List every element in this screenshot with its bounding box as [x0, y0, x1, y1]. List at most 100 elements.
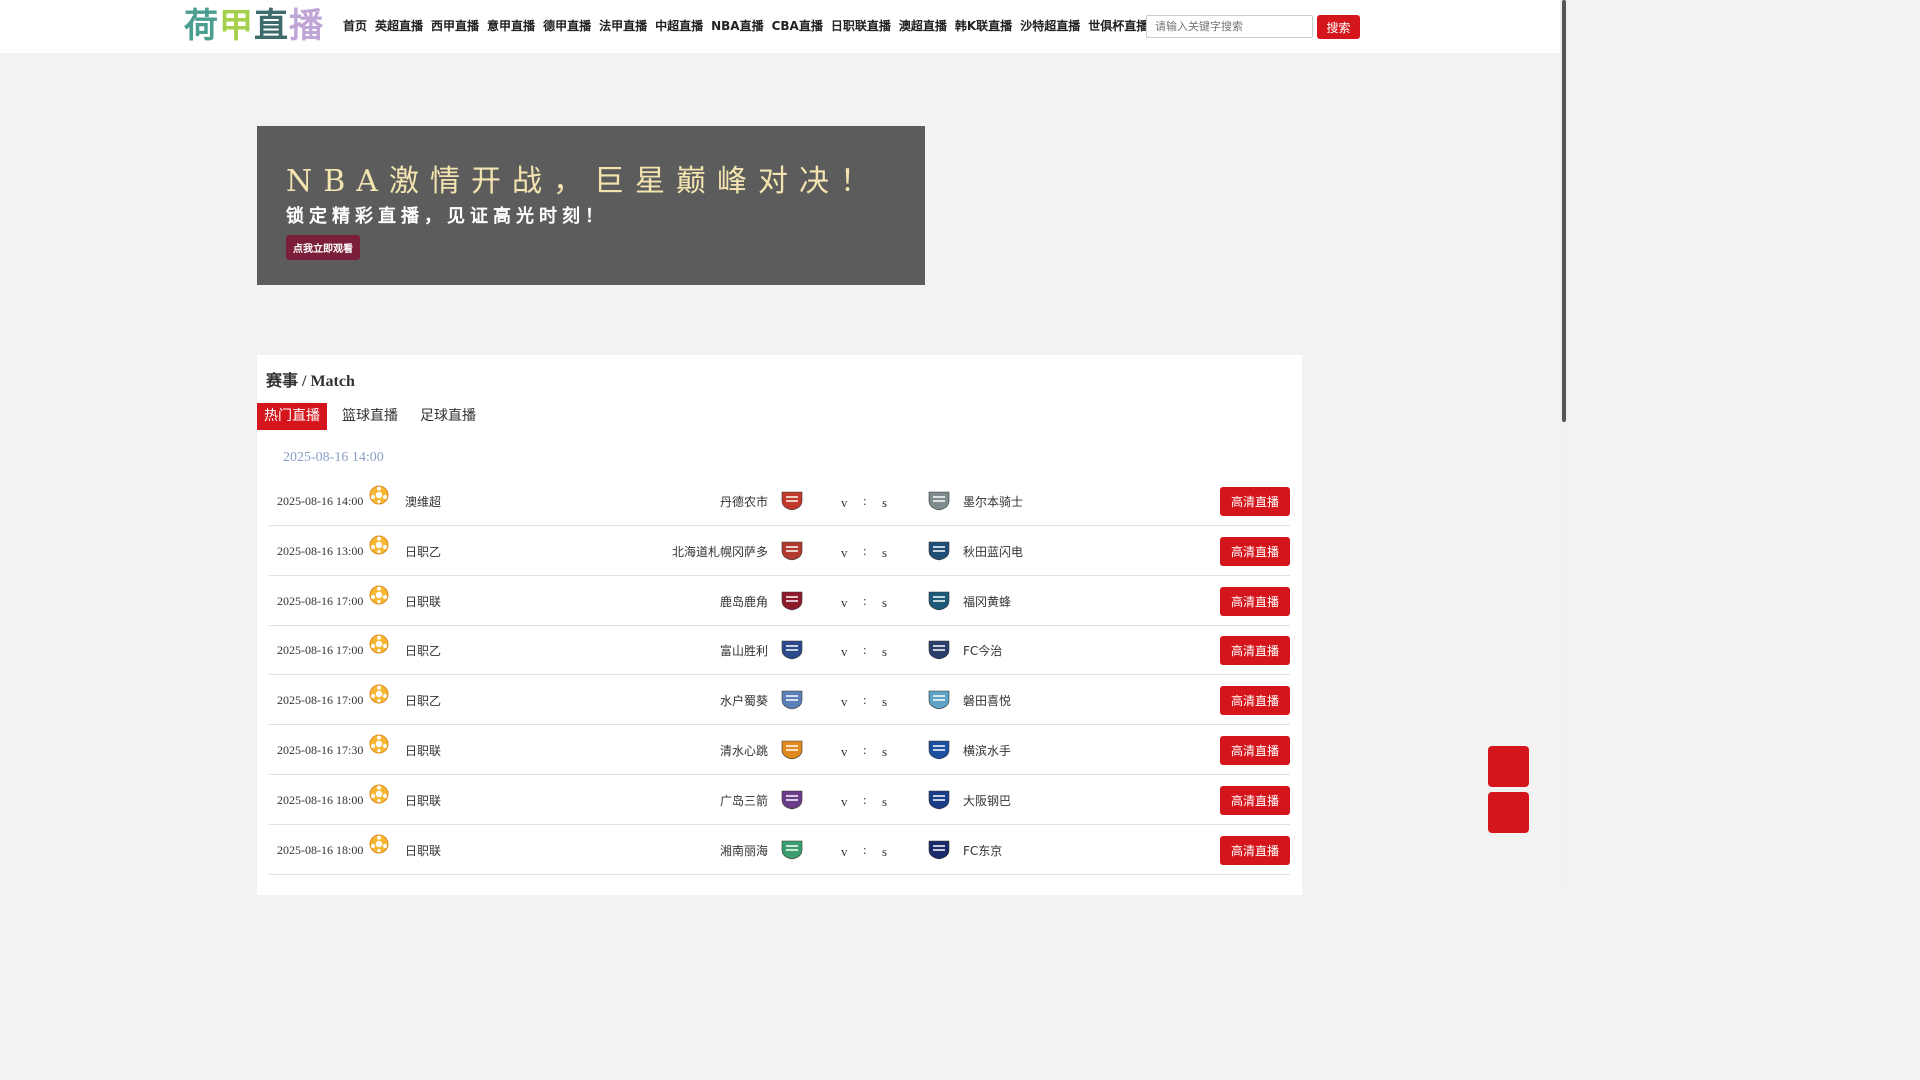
hd-live-button[interactable]: 高清直播	[1220, 636, 1290, 666]
nav-bundesliga[interactable]: 德甲直播	[543, 17, 591, 34]
away-team-name[interactable]: FC东京	[963, 842, 1002, 859]
vs-letter: v	[841, 544, 848, 560]
football-icon	[369, 585, 389, 605]
nav-csl[interactable]: 中超直播	[655, 17, 703, 34]
banner-watch-button[interactable]: 点我立即观看	[286, 235, 360, 260]
home-team-name[interactable]: 清水心跳	[720, 742, 768, 759]
home-team-logo-icon	[779, 788, 805, 810]
float-button-bottom[interactable]	[1488, 792, 1529, 833]
tab-football-live[interactable]: 足球直播	[413, 403, 483, 430]
nav-epl[interactable]: 英超直播	[375, 17, 423, 34]
main-nav: 首页 英超直播 西甲直播 意甲直播 德甲直播 法甲直播 中超直播 NBA直播 C…	[343, 17, 1156, 34]
top-header: 荷 甲 直 播 首页 英超直播 西甲直播 意甲直播 德甲直播 法甲直播 中超直播…	[0, 0, 1560, 53]
tab-basketball-live[interactable]: 篮球直播	[335, 403, 405, 430]
match-league: 澳维超	[405, 495, 442, 509]
away-team-name[interactable]: 秋田蓝闪电	[963, 543, 1023, 560]
nav-home[interactable]: 首页	[343, 17, 367, 34]
home-team-logo-icon	[779, 738, 805, 760]
vs-letter-s: s	[882, 544, 888, 560]
away-team-logo-icon	[926, 589, 952, 611]
hd-live-button[interactable]: 高清直播	[1220, 536, 1290, 566]
match-league: 日职联	[405, 744, 442, 758]
home-team-name[interactable]: 富山胜利	[720, 642, 768, 659]
football-icon	[369, 684, 389, 704]
tab-hot-live[interactable]: 热门直播	[257, 403, 327, 430]
football-icon	[369, 834, 389, 854]
vs-letter-s: s	[882, 744, 888, 759]
vs-letter: v	[841, 694, 848, 710]
football-icon	[369, 535, 389, 555]
away-team-name[interactable]: 大阪钢巴	[963, 792, 1011, 809]
football-icon	[369, 634, 389, 654]
match-row[interactable]: 2025-08-16 17:00 日职乙 水户蜀葵 v: s 磐田喜悦 高清直播	[269, 675, 1290, 726]
away-team-name[interactable]: 墨尔本骑士	[963, 493, 1023, 510]
match-row[interactable]: 2025-08-16 17:30 日职联 清水心跳 v: s 横滨水手 高清直播	[269, 725, 1290, 775]
away-team-name[interactable]: 福冈黄蜂	[963, 593, 1011, 610]
match-time: 2025-08-16 18:00	[277, 792, 364, 807]
match-time: 2025-08-16 14:00	[277, 494, 364, 508]
match-row[interactable]: 2025-08-16 18:00 日职联 广岛三箭 v: s 大阪钢巴 高清直播	[269, 775, 1290, 825]
match-league: 日职乙	[405, 694, 442, 709]
home-team-name[interactable]: 广岛三箭	[720, 792, 768, 809]
banner-subtitle: 锁定精彩直播，见证高光时刻！	[286, 206, 608, 227]
vs-colon: :	[863, 841, 867, 857]
away-team-logo-icon	[926, 838, 952, 860]
home-team-logo-icon	[779, 489, 805, 511]
home-team-logo-icon	[779, 539, 805, 561]
nav-cba[interactable]: CBA直播	[772, 17, 823, 34]
hd-live-button[interactable]: 高清直播	[1220, 736, 1290, 765]
vs-letter: v	[841, 644, 848, 660]
away-team-name[interactable]: FC今治	[963, 642, 1002, 659]
promo-banner[interactable]: NBA激情开战，巨星巅峰对决！ 锁定精彩直播，见证高光时刻！ 点我立即观看	[257, 126, 925, 285]
nav-seriea[interactable]: 意甲直播	[487, 17, 535, 34]
match-league: 日职联	[405, 843, 442, 858]
home-team-name[interactable]: 丹德农市	[720, 493, 768, 510]
hd-live-button[interactable]: 高清直播	[1220, 785, 1290, 815]
search-button[interactable]: 搜索	[1317, 15, 1360, 39]
home-team-name[interactable]: 水户蜀葵	[720, 692, 768, 709]
vs-letter-s: s	[882, 694, 888, 710]
nav-laliga[interactable]: 西甲直播	[431, 17, 479, 34]
hd-live-button[interactable]: 高清直播	[1220, 487, 1290, 516]
search-input[interactable]	[1146, 15, 1313, 38]
nav-aleague[interactable]: 澳超直播	[899, 17, 947, 34]
match-row[interactable]: 2025-08-16 17:00 日职联 鹿岛鹿角 v: s 福冈黄蜂 高清直播	[269, 576, 1290, 626]
nav-jleague[interactable]: 日职联直播	[831, 17, 891, 34]
nav-ligue1[interactable]: 法甲直播	[599, 17, 647, 34]
hd-live-button[interactable]: 高清直播	[1220, 586, 1290, 616]
away-team-name[interactable]: 磐田喜悦	[963, 692, 1011, 709]
match-time: 2025-08-16 18:00	[277, 842, 364, 857]
nav-kleague[interactable]: 韩K联直播	[955, 17, 1012, 34]
nav-saudi[interactable]: 沙特超直播	[1020, 17, 1080, 34]
site-logo[interactable]: 荷 甲 直 播	[184, 6, 324, 46]
nav-clubwc[interactable]: 世俱杯直播	[1088, 17, 1148, 34]
match-row[interactable]: 2025-08-16 17:00 日职乙 富山胜利 v: s FC今治 高清直播	[269, 625, 1290, 676]
panel-title: 赛事 / Match	[266, 373, 355, 390]
match-time: 2025-08-16 17:00	[277, 593, 364, 608]
match-tabs: 热门直播 篮球直播 足球直播	[257, 403, 483, 430]
away-team-logo-icon	[926, 638, 952, 660]
match-row[interactable]: 2025-08-16 13:00 日职乙 北海道札幌冈萨多 v: s 秋田蓝闪电 高清直播	[269, 526, 1290, 576]
vs-colon: :	[863, 542, 867, 558]
float-button-top[interactable]	[1488, 746, 1529, 787]
vs-letter: v	[841, 793, 848, 809]
logo-char-1: 荷	[184, 6, 219, 46]
scrollbar-thumb[interactable]	[1562, 0, 1566, 422]
away-team-name[interactable]: 横滨水手	[963, 742, 1011, 759]
home-team-name[interactable]: 鹿岛鹿角	[720, 593, 768, 610]
hd-live-button[interactable]: 高清直播	[1220, 835, 1290, 865]
vs-letter-s: s	[882, 594, 888, 610]
vs-letter: v	[841, 495, 848, 510]
vs-colon: :	[863, 493, 867, 508]
match-league: 日职联	[405, 594, 442, 609]
match-row[interactable]: 2025-08-16 18:00 日职联 湘南丽海 v: s FC东京 高清直播	[269, 825, 1290, 875]
home-team-logo-icon	[779, 638, 805, 660]
vs-letter: v	[841, 594, 848, 610]
match-time: 2025-08-16 17:00	[277, 693, 364, 708]
home-team-name[interactable]: 湘南丽海	[720, 842, 768, 859]
home-team-name[interactable]: 北海道札幌冈萨多	[672, 543, 768, 560]
vs-colon: :	[863, 642, 867, 658]
nav-nba[interactable]: NBA直播	[711, 17, 763, 34]
hd-live-button[interactable]: 高清直播	[1220, 686, 1290, 716]
match-row[interactable]: 2025-08-16 14:00 澳维超 丹德农市 v: s 墨尔本骑士 高清直播	[269, 476, 1290, 526]
